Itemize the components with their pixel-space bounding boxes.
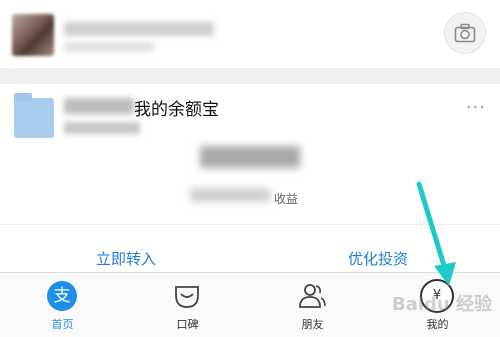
blurred-earnings <box>190 188 270 202</box>
watermark: Baidu 经验 <box>392 294 493 315</box>
blurred-card-prefix <box>64 98 134 114</box>
folder-icon <box>14 93 54 138</box>
card-title: 我的余额宝 <box>134 100 219 120</box>
alipay-icon-glyph: 支 <box>47 281 77 311</box>
yuebao-card[interactable]: 我的余额宝 ··· 收益 立即转入 优化投资 <box>0 84 500 272</box>
tab-koubei-label: 口碑 <box>176 318 199 331</box>
transfer-in-button[interactable]: 立即转入 <box>96 248 156 269</box>
profile-header[interactable] <box>0 0 500 68</box>
more-options-icon[interactable]: ··· <box>466 99 486 117</box>
optimize-investment-button[interactable]: 优化投资 <box>348 248 408 269</box>
tab-home[interactable]: 支 首页 <box>0 273 125 337</box>
blurred-amount <box>200 146 300 168</box>
tab-friends-label: 朋友 <box>301 318 324 331</box>
tab-home-label: 首页 <box>51 318 74 331</box>
blurred-account <box>64 42 154 52</box>
camera-button[interactable] <box>444 12 486 54</box>
alipay-icon: 支 <box>47 281 77 311</box>
tab-friends[interactable]: 朋友 <box>250 273 375 337</box>
camera-icon <box>454 23 476 43</box>
card-divider <box>0 224 500 225</box>
tab-mine-label: 我的 <box>426 318 449 331</box>
section-separator <box>0 68 500 84</box>
friends-icon <box>297 281 327 311</box>
avatar[interactable] <box>12 14 54 56</box>
koubei-icon <box>172 281 202 311</box>
blurred-username <box>64 22 214 36</box>
earnings-label: 收益 <box>274 192 299 206</box>
tab-koubei[interactable]: 口碑 <box>125 273 250 337</box>
blurred-timestamp <box>64 122 140 134</box>
